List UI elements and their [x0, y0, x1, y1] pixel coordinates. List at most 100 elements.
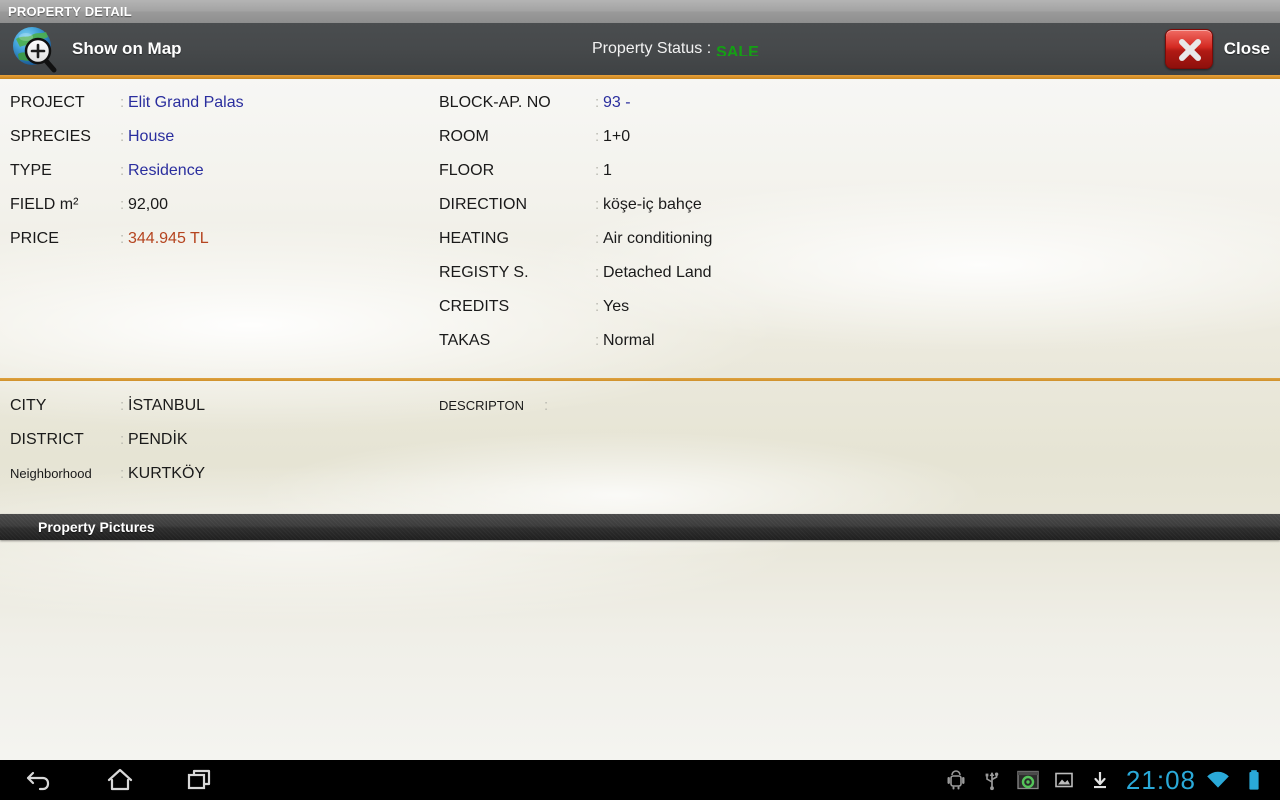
download-icon[interactable]: [1082, 760, 1118, 800]
property-pictures-header: Property Pictures: [0, 514, 1280, 540]
location-value: İSTANBUL: [128, 397, 206, 414]
show-on-map-button[interactable]: [6, 23, 62, 75]
location-label: CITY: [10, 397, 47, 414]
detail-value: House: [128, 128, 175, 145]
detail-separator: :: [120, 196, 125, 213]
location-block: CITY: İSTANBUL DISTRICT: PENDİK Neighborhood…: [10, 397, 205, 499]
wifi-icon[interactable]: [1200, 760, 1236, 800]
detail-row: PRICE:344.945 TL: [10, 230, 244, 264]
divider-top: [0, 75, 1280, 79]
detail-label: FIELD m²: [10, 196, 79, 213]
detail-label: BLOCK-AP. NO: [439, 94, 551, 111]
detail-separator: :: [595, 196, 600, 213]
location-value: PENDİK: [128, 431, 188, 448]
detail-label: TYPE: [10, 162, 52, 179]
property-pictures-title: Property Pictures: [38, 519, 155, 535]
property-status-value: SALE: [716, 43, 759, 56]
property-pictures-gallery[interactable]: [0, 540, 1280, 760]
location-label: DISTRICT: [10, 431, 84, 448]
detail-separator: :: [595, 264, 600, 281]
detail-label: ROOM: [439, 128, 489, 145]
location-separator: :: [120, 431, 125, 448]
detail-value: 92,00: [128, 196, 169, 213]
detail-row: PROJECT: Elit Grand Palas: [10, 94, 244, 128]
detail-row: FLOOR:1: [439, 162, 712, 196]
detail-row: TYPE: Residence: [10, 162, 244, 196]
detail-value: 1: [603, 162, 612, 179]
screenshot-icon[interactable]: [1046, 760, 1082, 800]
detail-separator: :: [595, 162, 600, 179]
close-label[interactable]: Close: [1224, 39, 1270, 59]
detail-separator: :: [120, 128, 125, 145]
detail-label: PROJECT: [10, 94, 85, 111]
detail-column-right: BLOCK-AP. NO:93 - ROOM:1+0 FLOOR:1 DIRECTIO…: [439, 94, 712, 366]
detail-value: 93 -: [603, 94, 631, 111]
window-title: PROPERTY DETAIL: [8, 4, 132, 19]
description-label: DESCRIPTON: [439, 398, 524, 413]
action-bar: Show on Map Property Status : SALE Close: [0, 23, 1280, 75]
usb-icon[interactable]: [974, 760, 1010, 800]
show-on-map-label[interactable]: Show on Map: [72, 39, 182, 59]
detail-row: DIRECTION: köşe-iç bahçe: [439, 196, 712, 230]
detail-row: HEATING: Air conditioning: [439, 230, 712, 264]
detail-label: CREDITS: [439, 298, 510, 315]
detail-label: REGISTY S.: [439, 264, 529, 281]
detail-label: PRICE: [10, 230, 59, 247]
detail-value: Elit Grand Palas: [128, 94, 244, 111]
system-clock[interactable]: 21:08: [1126, 765, 1196, 796]
detail-separator: :: [595, 128, 600, 145]
property-status: Property Status : SALE: [592, 23, 759, 75]
detail-value: Residence: [128, 162, 204, 179]
description-separator: :: [544, 397, 549, 414]
detail-separator: :: [120, 230, 125, 247]
android-debug-icon[interactable]: [938, 760, 974, 800]
detail-value: 344.945 TL: [128, 230, 209, 247]
location-value: KURTKÖY: [128, 465, 206, 482]
content-area: PROJECT: Elit Grand Palas SPRECIES: House TY…: [0, 75, 1280, 760]
android-system-bar: 21:08: [0, 760, 1280, 800]
app-screen: PROPERTY DETAIL Show on Map Property Sta…: [0, 0, 1280, 800]
location-separator: :: [120, 465, 125, 482]
detail-row: Neighborhood: KURTKÖY: [10, 465, 205, 499]
detail-value: köşe-iç bahçe: [603, 196, 702, 213]
detail-label: HEATING: [439, 230, 509, 247]
detail-row: FIELD m²:92,00: [10, 196, 244, 230]
detail-separator: :: [120, 94, 125, 111]
divider-middle: [0, 378, 1280, 381]
detail-row: DISTRICT: PENDİK: [10, 431, 205, 465]
detail-label: SPRECIES: [10, 128, 91, 145]
detail-value: Normal: [603, 332, 655, 349]
detail-value: Yes: [603, 298, 630, 315]
detail-value: Detached Land: [603, 264, 712, 281]
home-icon[interactable]: [80, 760, 160, 800]
detail-value: 1+0: [603, 128, 631, 145]
detail-label: FLOOR: [439, 162, 495, 179]
description-block: DESCRIPTON :: [439, 397, 552, 427]
detail-row: ROOM:1+0: [439, 128, 712, 162]
recents-icon[interactable]: [160, 760, 240, 800]
detail-row: SPRECIES: House: [10, 128, 244, 162]
detail-separator: :: [120, 162, 125, 179]
window-title-bar: PROPERTY DETAIL: [0, 0, 1280, 23]
close-button[interactable]: [1164, 29, 1213, 69]
battery-full-icon[interactable]: [1236, 760, 1272, 800]
detail-value: Air conditioning: [603, 230, 713, 247]
detail-row: BLOCK-AP. NO:93 -: [439, 94, 712, 128]
back-icon[interactable]: [0, 760, 80, 800]
property-status-label: Property Status :: [592, 40, 712, 57]
status-icons-area: 21:08: [938, 760, 1280, 800]
navigation-buttons: [0, 760, 240, 800]
detail-separator: :: [595, 332, 600, 349]
location-label: Neighborhood: [10, 466, 92, 481]
location-separator: :: [120, 397, 125, 414]
close-area[interactable]: Close: [1164, 23, 1270, 75]
detail-label: DIRECTION: [439, 196, 527, 213]
detail-row: CITY: İSTANBUL: [10, 397, 205, 431]
detail-row: TAKAS: Normal: [439, 332, 712, 366]
detail-label: TAKAS: [439, 332, 491, 349]
detail-column-left: PROJECT: Elit Grand Palas SPRECIES: House TY…: [10, 94, 244, 264]
detail-separator: :: [595, 298, 600, 315]
detail-row: CREDITS: Yes: [439, 298, 712, 332]
detail-row: REGISTY S.: Detached Land: [439, 264, 712, 298]
screen-recorder-icon[interactable]: [1010, 760, 1046, 800]
